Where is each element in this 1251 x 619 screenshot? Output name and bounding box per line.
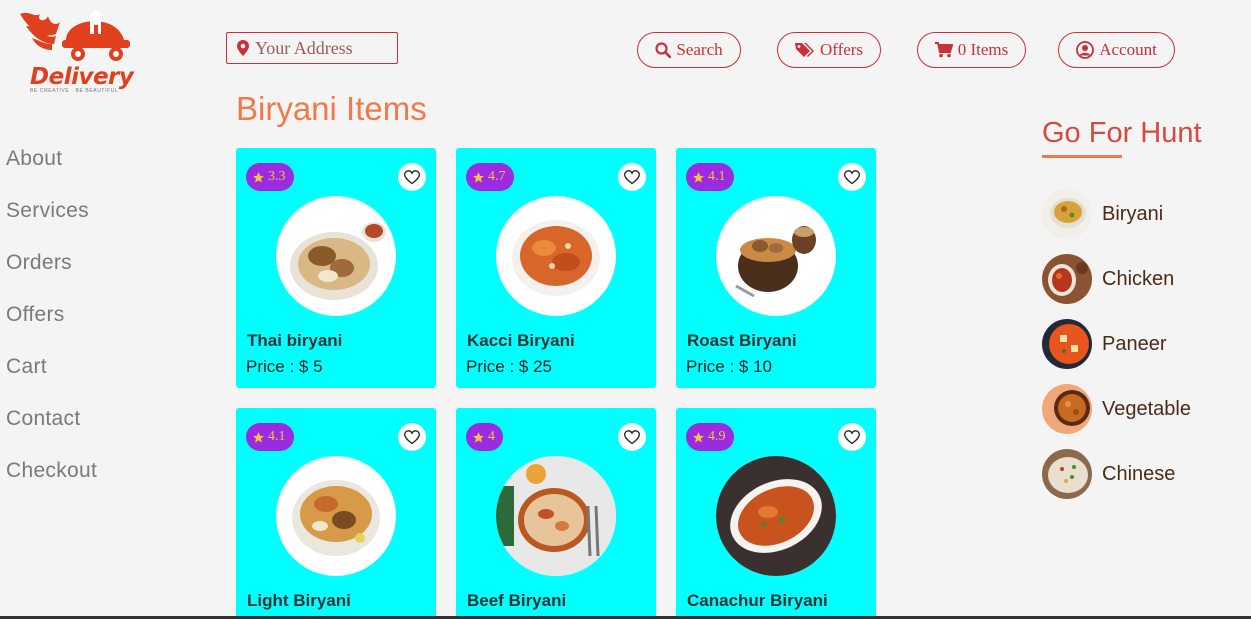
favorite-button[interactable] — [618, 423, 646, 451]
sidebar-nav: About Services Orders Offers Cart Contac… — [6, 145, 97, 509]
food-name: Thai biryani — [247, 331, 343, 350]
rating-badge: 4.1 — [686, 163, 734, 191]
rating-badge: 4 — [466, 423, 503, 451]
food-card[interactable]: 4.7 Kacci Biryani Price : $ 25 — [456, 148, 656, 388]
map-marker-icon — [237, 40, 249, 56]
food-name: Canachur Biryani — [687, 591, 828, 610]
category-image — [1042, 189, 1092, 239]
page-title: Biryani Items — [236, 90, 427, 127]
account-button-label: Account — [1099, 40, 1157, 59]
search-button[interactable]: Search — [637, 32, 741, 68]
food-image — [496, 196, 616, 316]
rating-value: 4 — [488, 429, 495, 444]
rating-value: 4.7 — [488, 169, 506, 184]
category-item-biryani[interactable]: Biryani — [1042, 189, 1163, 239]
rating-value: 4.1 — [268, 429, 286, 444]
account-button[interactable]: Account — [1058, 32, 1175, 68]
category-image — [1042, 384, 1092, 434]
heart-icon — [404, 169, 420, 184]
cart-button[interactable]: 0 Items — [917, 32, 1026, 68]
star-icon — [473, 171, 484, 183]
sidebar-item-checkout[interactable]: Checkout — [6, 457, 97, 509]
brand-tagline: BE CREATIVE · BE BEAUTIFUL — [30, 88, 119, 94]
category-image — [1042, 319, 1092, 369]
favorite-button[interactable] — [398, 163, 426, 191]
cart-button-label: 0 Items — [957, 40, 1009, 59]
food-image — [276, 456, 396, 576]
cart-icon — [934, 42, 953, 58]
star-icon — [253, 431, 264, 443]
favorite-button[interactable] — [398, 423, 426, 451]
rating-value: 4.9 — [708, 429, 726, 444]
tags-icon — [794, 43, 814, 57]
category-image — [1042, 449, 1092, 499]
search-icon — [655, 42, 672, 58]
food-card[interactable]: 4.1 Roast Biryani Price : $ 10 — [676, 148, 876, 388]
star-icon — [253, 171, 264, 183]
sidebar-item-about[interactable]: About — [6, 145, 97, 197]
food-price: Price : $ 25 — [466, 357, 552, 376]
food-image — [496, 456, 616, 576]
category-label: Paneer — [1102, 332, 1167, 355]
brand-name: Delivery — [30, 64, 134, 90]
heart-icon — [404, 429, 420, 444]
star-icon — [693, 171, 704, 183]
address-input[interactable]: Your Address — [226, 32, 398, 64]
star-icon — [693, 431, 704, 443]
category-image — [1042, 254, 1092, 304]
hunt-title-underline — [1042, 155, 1122, 158]
category-item-paneer[interactable]: Paneer — [1042, 319, 1167, 369]
favorite-button[interactable] — [618, 163, 646, 191]
sidebar-item-services[interactable]: Services — [6, 197, 97, 249]
heart-icon — [844, 169, 860, 184]
rating-value: 4.1 — [708, 169, 726, 184]
rating-value: 3.3 — [268, 169, 286, 184]
food-card[interactable]: 3.3 Thai biryani Price : $ 5 — [236, 148, 436, 388]
rating-badge: 3.3 — [246, 163, 294, 191]
hunt-title: Go For Hunt — [1042, 117, 1202, 149]
category-label: Chicken — [1102, 267, 1175, 290]
delivery-scooter-icon — [20, 11, 130, 61]
heart-icon — [624, 169, 640, 184]
star-icon — [473, 431, 484, 443]
food-card[interactable]: 4.1 Light Biryani — [236, 408, 436, 619]
offers-button[interactable]: Offers — [777, 32, 881, 68]
category-item-chinese[interactable]: Chinese — [1042, 449, 1175, 499]
category-item-vegetable[interactable]: Vegetable — [1042, 384, 1191, 434]
sidebar-item-cart[interactable]: Cart — [6, 353, 97, 405]
heart-icon — [844, 429, 860, 444]
favorite-button[interactable] — [838, 423, 866, 451]
sidebar-item-orders[interactable]: Orders — [6, 249, 97, 301]
search-button-label: Search — [676, 40, 723, 59]
rating-badge: 4.9 — [686, 423, 734, 451]
rating-badge: 4.1 — [246, 423, 294, 451]
rating-badge: 4.7 — [466, 163, 514, 191]
food-card[interactable]: 4.9 Canachur Biryani — [676, 408, 876, 619]
food-name: Beef Biryani — [467, 591, 567, 610]
food-image — [276, 196, 396, 316]
food-image — [716, 196, 836, 316]
favorite-button[interactable] — [838, 163, 866, 191]
food-name: Kacci Biryani — [467, 331, 575, 350]
food-image — [716, 456, 836, 576]
category-label: Vegetable — [1102, 397, 1191, 420]
category-label: Biryani — [1102, 202, 1164, 225]
food-name: Roast Biryani — [687, 331, 797, 350]
food-price: Price : $ 10 — [686, 357, 772, 376]
sidebar-item-contact[interactable]: Contact — [6, 405, 97, 457]
food-price: Price : $ 5 — [246, 357, 323, 376]
user-circle-icon — [1076, 41, 1095, 59]
heart-icon — [624, 429, 640, 444]
food-card[interactable]: 4 Beef Biryani — [456, 408, 656, 619]
category-item-chicken[interactable]: Chicken — [1042, 254, 1174, 304]
offers-button-label: Offers — [819, 40, 864, 59]
address-placeholder: Your Address — [255, 37, 353, 58]
category-label: Chinese — [1102, 462, 1176, 485]
food-name: Light Biryani — [247, 591, 351, 610]
page: Delivery BE CREATIVE · BE BEAUTIFUL Your… — [0, 0, 1251, 619]
sidebar-item-offers[interactable]: Offers — [6, 301, 97, 353]
brand-logo[interactable]: Delivery BE CREATIVE · BE BEAUTIFUL — [16, 4, 148, 96]
